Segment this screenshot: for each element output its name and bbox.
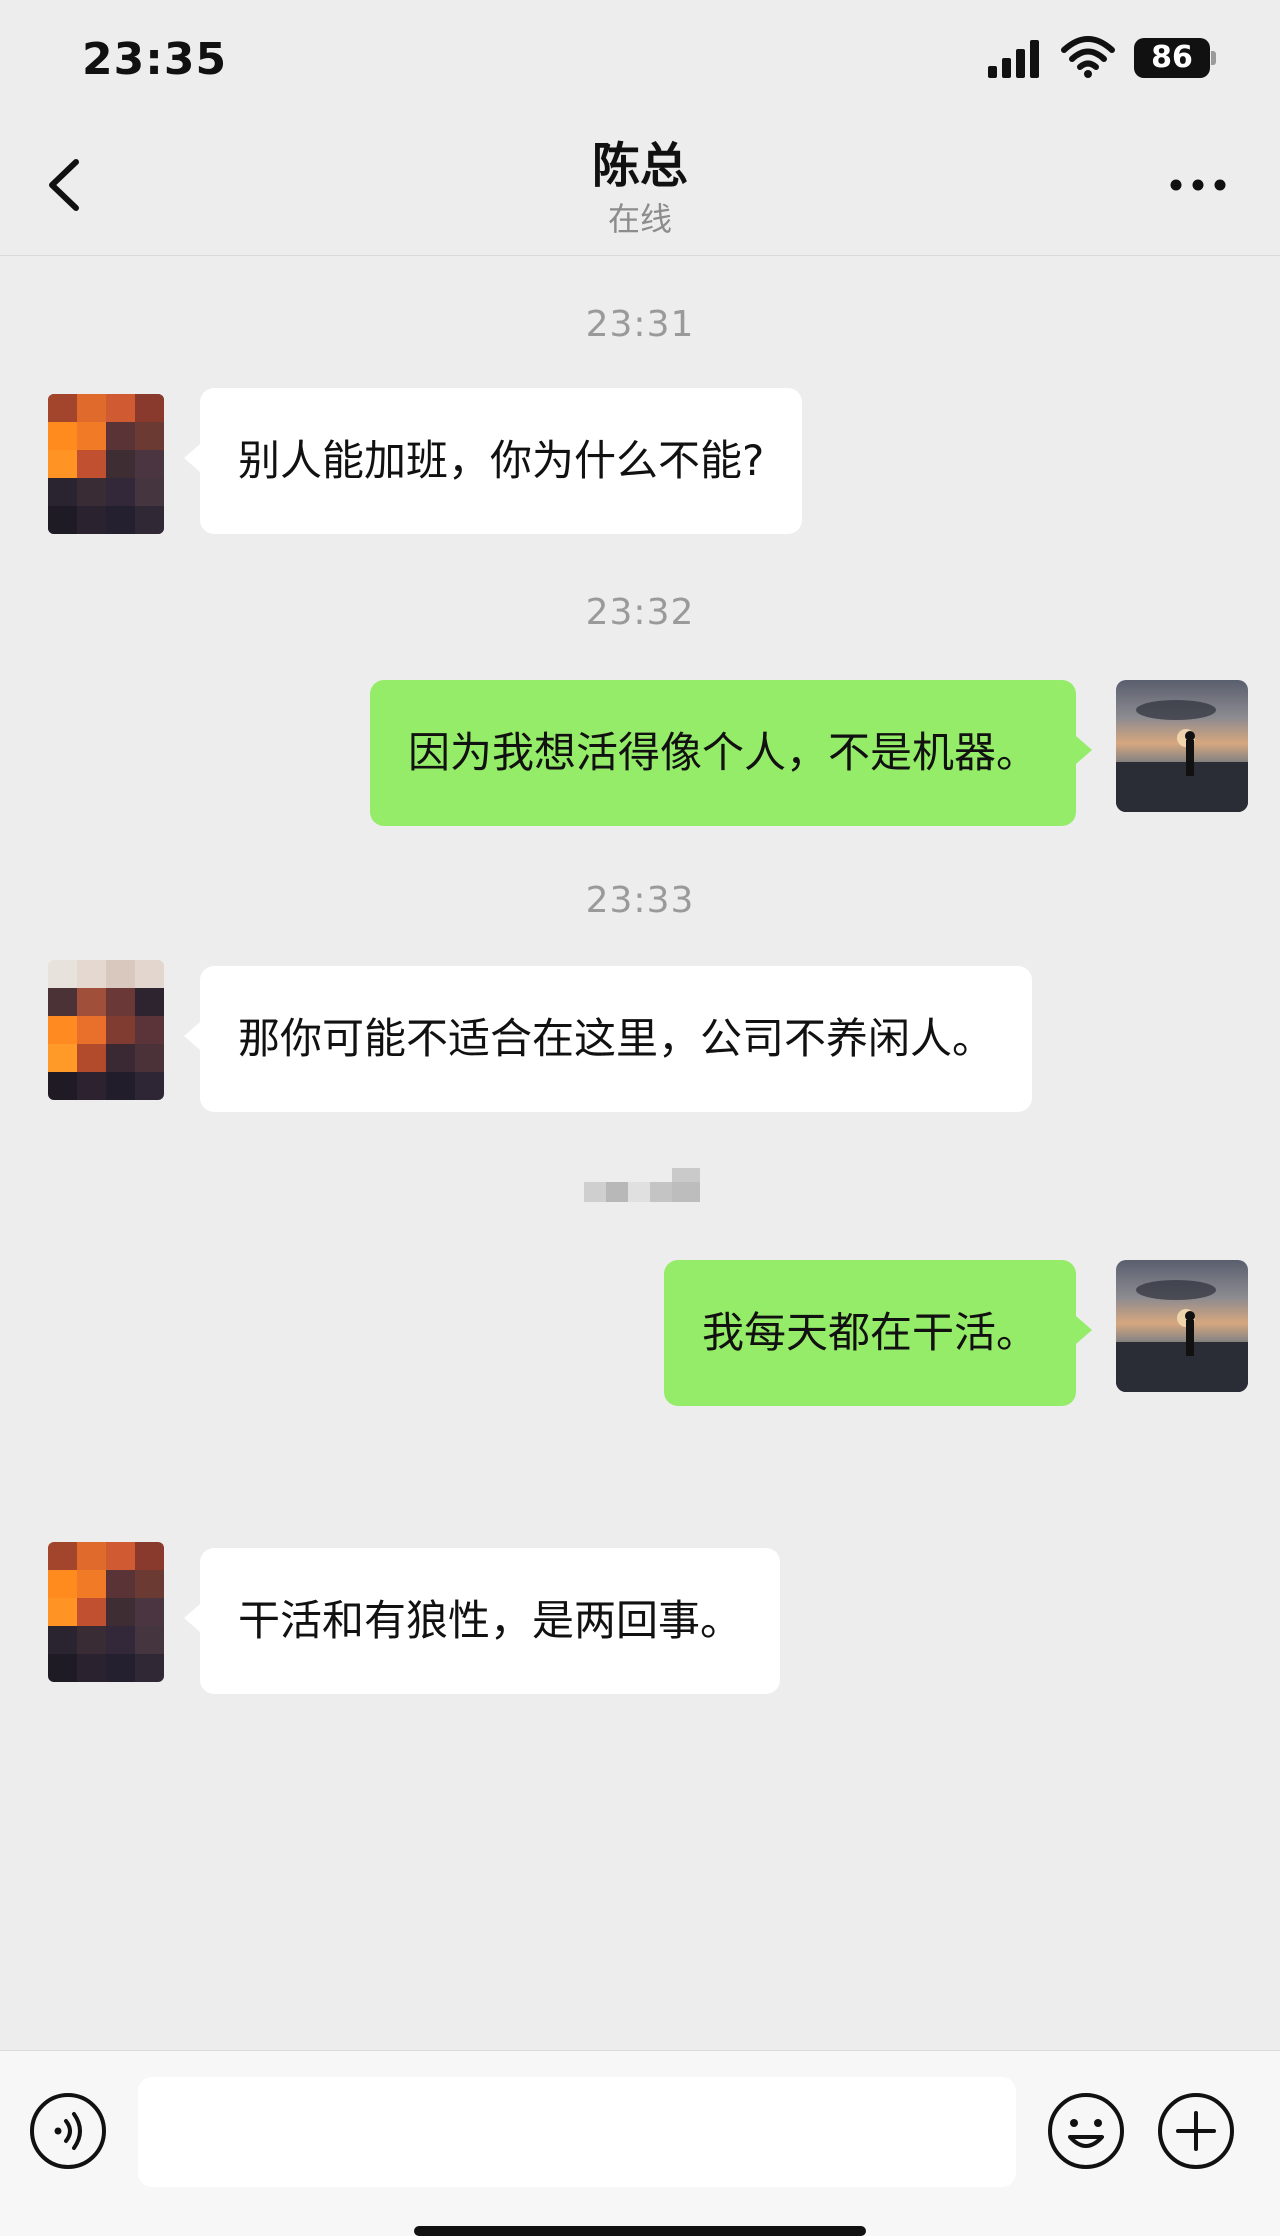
status-time: 23:35 xyxy=(82,34,228,85)
voice-icon[interactable] xyxy=(28,2091,108,2171)
plus-icon[interactable] xyxy=(1156,2091,1236,2171)
signal-icon xyxy=(988,40,1039,78)
contact-avatar[interactable] xyxy=(48,960,164,1100)
contact-avatar[interactable] xyxy=(48,394,164,534)
chat-title: 陈总 xyxy=(591,138,688,194)
outgoing-message[interactable]: 因为我想活得像个人，不是机器。 xyxy=(369,680,1093,826)
self-avatar[interactable] xyxy=(1116,680,1248,812)
wifi-icon xyxy=(1061,36,1115,78)
incoming-message[interactable]: 干活和有狼性，是两回事。 xyxy=(183,1548,781,1694)
self-avatar[interactable] xyxy=(1116,1260,1248,1392)
chat-subtitle: 在线 xyxy=(607,200,672,238)
avatar-pixel-grid xyxy=(48,1542,164,1682)
chat-header: 陈总 在线 xyxy=(0,120,1280,256)
status-bar: 23:35 86 xyxy=(0,0,1280,120)
message-timestamp: 23:33 xyxy=(585,880,695,921)
blurred-timestamp xyxy=(584,1168,700,1202)
home-indicator xyxy=(414,2226,866,2236)
message-timestamp: 23:32 xyxy=(585,592,695,633)
emoji-icon[interactable] xyxy=(1046,2091,1126,2171)
incoming-message[interactable]: 别人能加班，你为什么不能? xyxy=(183,388,803,534)
message-timestamp: 23:31 xyxy=(585,304,695,345)
battery-icon: 86 xyxy=(1134,38,1216,78)
battery-tip xyxy=(1211,51,1216,65)
more-icon[interactable] xyxy=(1168,160,1228,210)
message-input[interactable] xyxy=(138,2077,1016,2187)
outgoing-message[interactable]: 我每天都在干活。 xyxy=(663,1260,1093,1406)
input-bar xyxy=(0,2050,1280,2236)
avatar-pixel-grid xyxy=(48,394,164,534)
battery-level: 86 xyxy=(1134,38,1210,78)
sunset-silhouette-icon xyxy=(1116,700,1248,812)
incoming-message[interactable]: 那你可能不适合在这里，公司不养闲人。 xyxy=(183,966,1033,1112)
sunset-silhouette-icon xyxy=(1116,1280,1248,1392)
avatar-pixel-grid xyxy=(48,960,164,1100)
contact-avatar[interactable] xyxy=(48,1542,164,1682)
